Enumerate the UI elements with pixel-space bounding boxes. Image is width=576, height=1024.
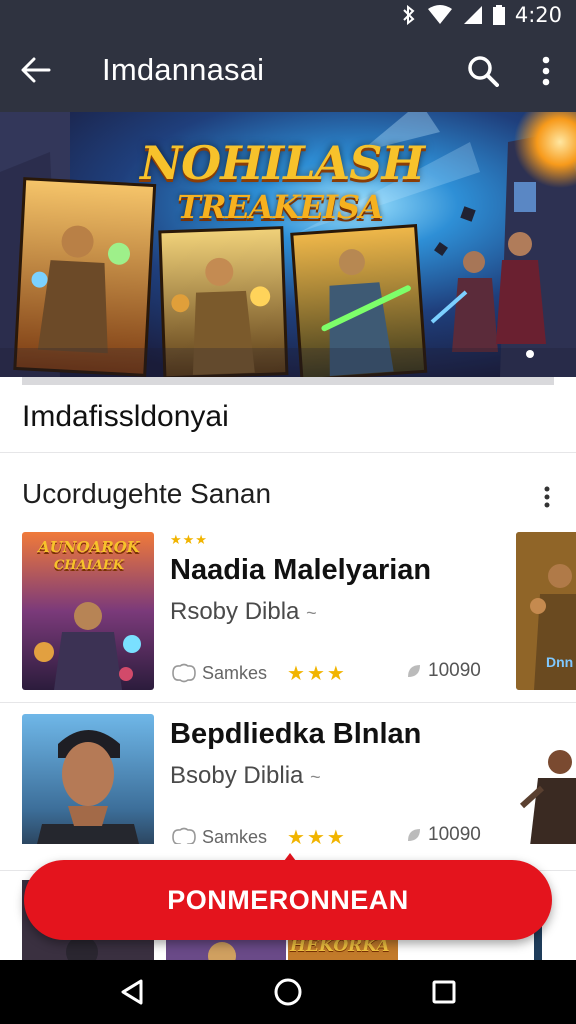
- arrow-left-icon: [21, 57, 51, 83]
- banner-shadow: [22, 377, 554, 385]
- battery-icon: [492, 5, 505, 25]
- author-name: Bsoby Diblia: [170, 762, 304, 789]
- status-icons: 4:20: [401, 2, 562, 28]
- divider: [0, 702, 576, 703]
- game-thumbnail-art: [22, 714, 154, 844]
- search-button[interactable]: [460, 48, 506, 94]
- banner-title: NOHILASH: [140, 136, 425, 190]
- download-count: 10090: [406, 660, 481, 682]
- download-count: 10090: [406, 824, 481, 844]
- banner-page-indicator: [526, 350, 534, 358]
- author-name: Rsoby Dibla: [170, 598, 300, 625]
- peek-art: [516, 736, 576, 844]
- next-card-peek[interactable]: [516, 736, 576, 844]
- rating-stars: ★★★: [287, 662, 347, 685]
- system-nav-bar: [0, 960, 576, 1024]
- sales-label: Samkes: [202, 826, 268, 845]
- list-more-button[interactable]: [532, 480, 562, 514]
- game-meta: Samkes ★★★ 10090: [170, 660, 490, 686]
- leaf-icon: [408, 829, 420, 841]
- more-vert-icon: [544, 486, 550, 508]
- nav-back-icon: [121, 979, 143, 1005]
- brain-icon: [172, 663, 196, 683]
- list-item[interactable]: Bepdliedka Blnlan Bsoby Diblia ~ Samkes …: [0, 714, 576, 844]
- game-name: Naadia Malelyarian: [170, 554, 432, 586]
- game-name: Bepdliedka Blnlan: [170, 718, 422, 750]
- thumbnail-subtitle: CHAIAEK: [53, 558, 125, 573]
- brain-icon: [172, 827, 196, 844]
- thumbnail-title: AUNOAROK: [38, 538, 140, 556]
- back-button[interactable]: [14, 48, 58, 92]
- count-value: 10090: [428, 824, 481, 844]
- author-suffix: ~: [306, 603, 317, 623]
- game-thumbnail: [22, 714, 154, 844]
- leaf-icon: [408, 665, 420, 677]
- game-thumbnail: AUNOAROK CHAIAEK: [22, 532, 154, 690]
- primary-action-button[interactable]: PONMERONNEAN: [24, 860, 552, 940]
- next-card-peek[interactable]: Dnn: [516, 532, 576, 690]
- signal-icon: [463, 6, 482, 24]
- sales-label: Samkes: [202, 662, 268, 683]
- search-icon: [468, 56, 499, 87]
- more-vert-icon: [542, 56, 550, 86]
- game-meta: Samkes ★★★ 10090: [170, 824, 490, 844]
- banner-subtitle: TREAKEISA: [177, 188, 384, 226]
- game-author: Rsoby Dibla ~: [170, 598, 317, 626]
- more-options-button[interactable]: [526, 48, 566, 94]
- nav-home-button[interactable]: [258, 968, 318, 1016]
- nav-recents-button[interactable]: [414, 968, 474, 1016]
- wifi-icon: [427, 5, 452, 24]
- divider: [0, 452, 576, 453]
- list-header: Ucordugehte Sanan: [22, 478, 272, 509]
- game-author: Bsoby Diblia ~: [170, 762, 321, 790]
- featured-banner[interactable]: NOHILASH TREAKEISA: [0, 112, 576, 377]
- author-suffix: ~: [310, 767, 321, 787]
- rating-stars: ★★★: [287, 826, 347, 845]
- nav-home-icon: [274, 978, 302, 1006]
- section-title: Imdafissldonyai: [22, 400, 229, 433]
- status-time: 4:20: [514, 3, 562, 27]
- nav-recents-icon: [432, 980, 456, 1004]
- list-item[interactable]: AUNOAROK CHAIAEK ★★★ Naadia Malelyarian …: [0, 532, 576, 692]
- peek-label: Dnn: [546, 654, 574, 670]
- small-rating: ★★★: [170, 532, 208, 547]
- status-bar: 4:20: [0, 0, 576, 30]
- screen: 4:20 Imdannasai NOHILASH TREAKEISA Imdaf…: [0, 0, 576, 1024]
- count-value: 10090: [428, 660, 481, 681]
- sales-info: Samkes: [170, 826, 268, 845]
- sales-info: Samkes: [170, 663, 267, 684]
- app-title: Imdannasai: [102, 52, 265, 87]
- app-bar: Imdannasai: [0, 30, 576, 112]
- bluetooth-icon: [403, 5, 415, 25]
- nav-back-button[interactable]: [102, 968, 162, 1016]
